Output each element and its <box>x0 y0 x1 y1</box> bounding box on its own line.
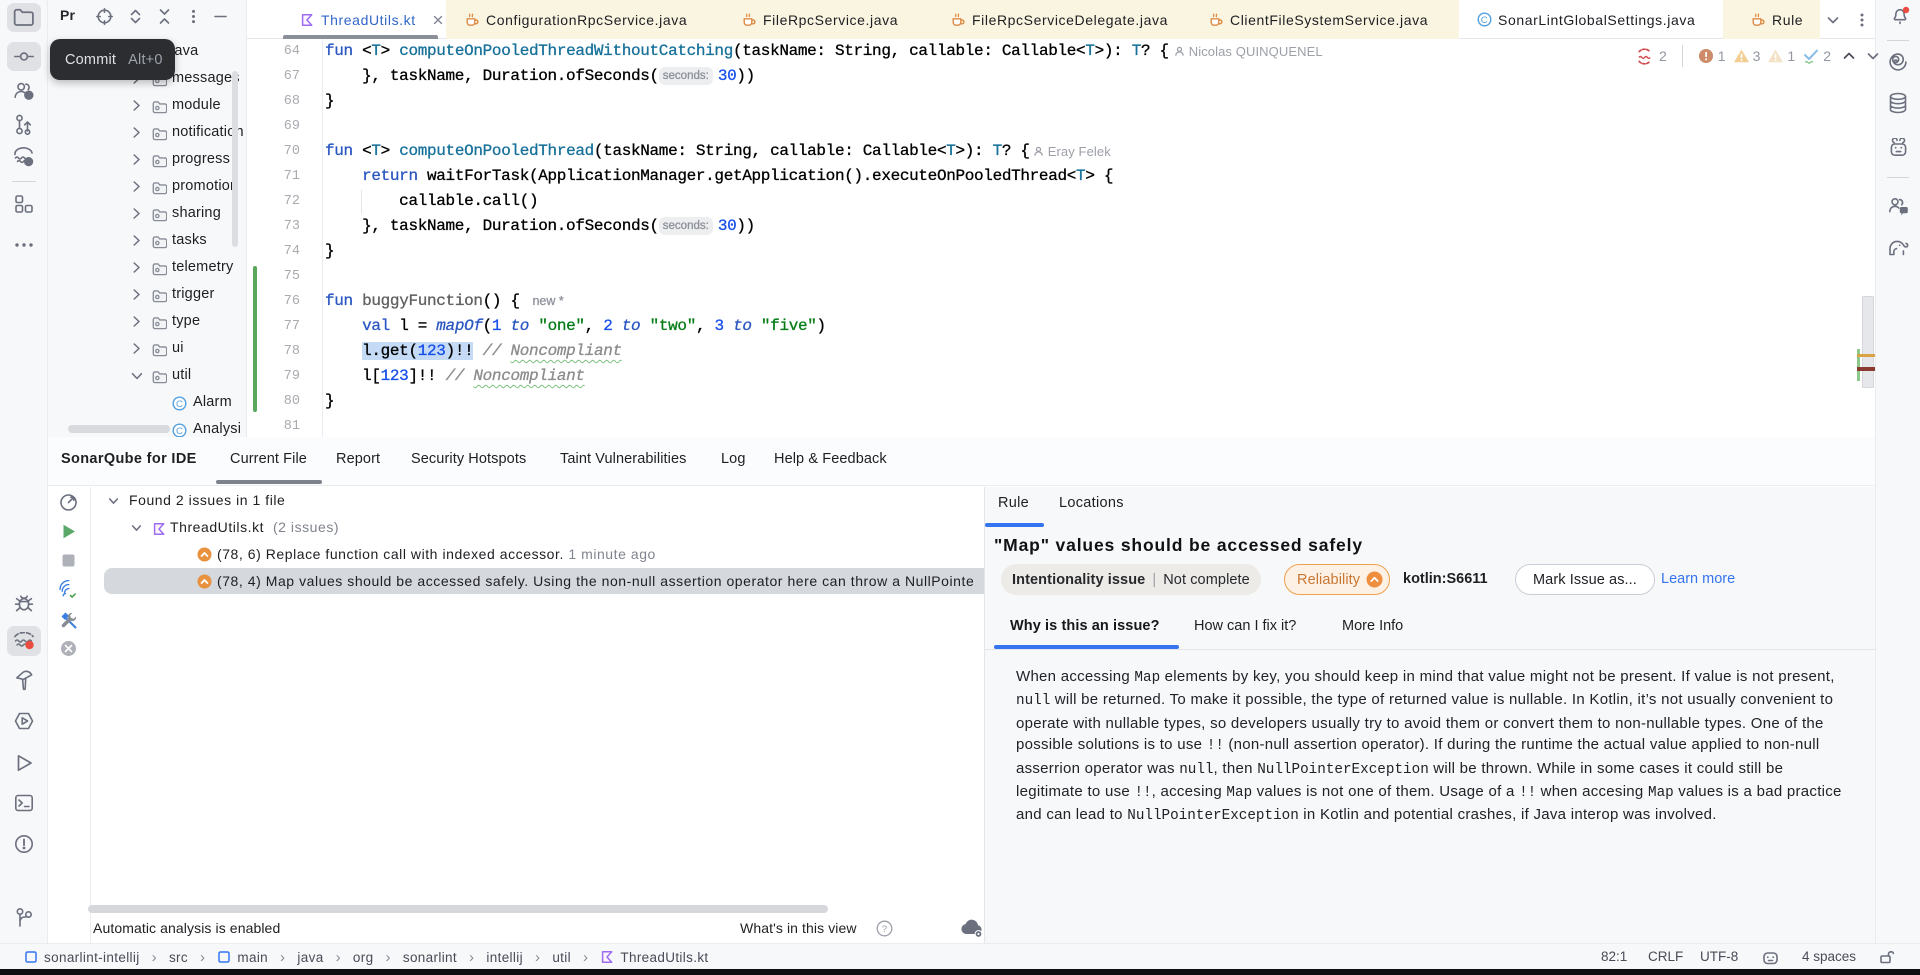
svg-text:?: ? <box>26 91 31 100</box>
svg-text:C: C <box>1481 15 1488 26</box>
svg-text:?: ? <box>882 924 887 935</box>
svg-text:?: ? <box>26 158 31 167</box>
